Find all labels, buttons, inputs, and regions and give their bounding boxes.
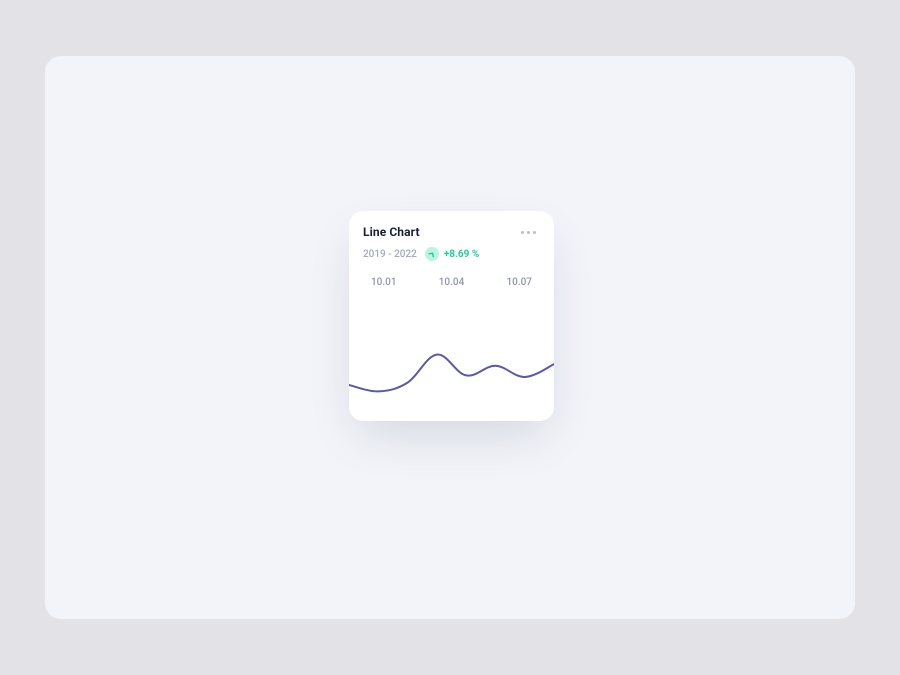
card-title: Line Chart [363, 225, 420, 239]
x-axis-ticks: 10.01 10.04 10.07 [349, 261, 554, 288]
x-tick: 10.01 [371, 277, 397, 288]
x-tick: 10.07 [506, 277, 532, 288]
trend-indicator: +8.69 % [425, 247, 479, 261]
card-header: Line Chart [349, 211, 554, 239]
card-subheader: 2019 - 2022 +8.69 % [349, 239, 554, 261]
page-canvas: Line Chart 2019 - 2022 +8.69 % 10.01 10.… [45, 56, 855, 619]
more-icon [521, 231, 524, 234]
chart-plot-area [349, 301, 554, 421]
more-icon [527, 231, 530, 234]
date-range-label: 2019 - 2022 [363, 249, 417, 260]
more-icon [533, 231, 536, 234]
x-tick: 10.04 [439, 277, 465, 288]
more-options-button[interactable] [517, 227, 540, 238]
line-chart-card: Line Chart 2019 - 2022 +8.69 % 10.01 10.… [349, 211, 554, 421]
trend-value: +8.69 % [444, 249, 479, 260]
trend-up-icon [425, 247, 439, 261]
chart-line-series [349, 355, 554, 392]
